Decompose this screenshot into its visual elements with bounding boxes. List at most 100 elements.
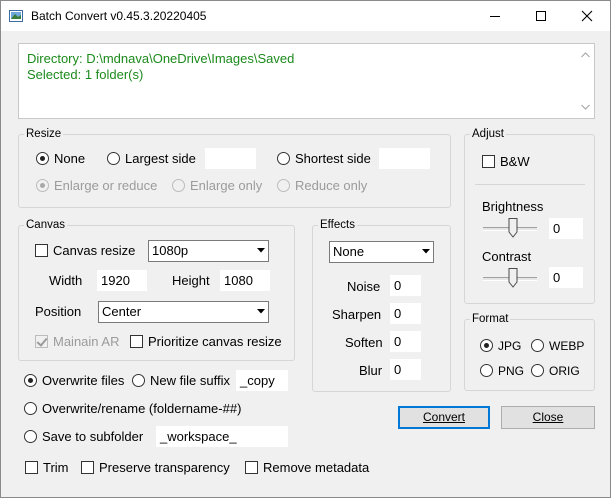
format-group-label: Format xyxy=(470,312,511,326)
resize-none-radio[interactable] xyxy=(36,152,49,165)
adjust-group-label: Adjust xyxy=(470,127,506,141)
preserve-transparency-label: Preserve transparency xyxy=(99,460,230,475)
width-label: Width xyxy=(49,273,83,288)
format-group: Format xyxy=(464,312,595,391)
overwrite-rename-radio[interactable] xyxy=(24,402,37,415)
subfolder-input[interactable]: _workspace_ xyxy=(156,426,288,447)
position-value: Center xyxy=(102,304,142,319)
save-subfolder-radio[interactable] xyxy=(24,430,37,443)
sharpen-input[interactable]: 0 xyxy=(390,303,421,324)
bw-checkbox[interactable] xyxy=(482,155,495,168)
format-png-label: PNG xyxy=(498,364,525,378)
minimize-icon xyxy=(490,16,500,17)
trim-checkbox[interactable] xyxy=(25,461,38,474)
contrast-slider-thumb[interactable] xyxy=(508,268,518,288)
resize-group: Resize xyxy=(18,127,451,208)
chevron-down-icon xyxy=(257,309,265,314)
enlarge-only-radio[interactable] xyxy=(172,179,185,192)
position-label: Position xyxy=(35,304,82,319)
enlarge-only-label: Enlarge only xyxy=(190,178,263,193)
convert-button-label: Convert xyxy=(422,410,466,424)
enlarge-or-reduce-radio[interactable] xyxy=(36,179,49,192)
info-scrollbar[interactable] xyxy=(577,44,594,118)
format-png-radio[interactable] xyxy=(480,364,493,377)
format-jpg-radio[interactable] xyxy=(480,339,493,352)
effects-dropdown[interactable] xyxy=(417,242,433,262)
blur-label: Blur xyxy=(359,363,383,378)
mainain-ar-checkbox[interactable] xyxy=(35,335,48,348)
new-file-suffix-radio[interactable] xyxy=(132,374,145,387)
overwrite-files-label: Overwrite files xyxy=(42,373,125,388)
resize-none-label: None xyxy=(54,151,86,166)
format-webp-radio[interactable] xyxy=(531,339,544,352)
preserve-transparency-checkbox[interactable] xyxy=(81,461,94,474)
close-icon xyxy=(581,10,593,22)
soften-input[interactable]: 0 xyxy=(390,331,421,352)
height-input[interactable]: 1080 xyxy=(220,270,270,291)
remove-metadata-checkbox[interactable] xyxy=(245,461,258,474)
blur-input[interactable]: 0 xyxy=(390,359,421,380)
resize-largest-label: Largest side xyxy=(125,151,196,166)
noise-label: Noise xyxy=(347,279,381,294)
scroll-up-icon xyxy=(581,52,590,58)
resize-shortest-radio[interactable] xyxy=(277,152,290,165)
width-input[interactable]: 1920 xyxy=(97,270,147,291)
brightness-label: Brightness xyxy=(482,199,544,214)
format-jpg-label: JPG xyxy=(498,339,522,353)
format-webp-label: WEBP xyxy=(549,339,585,353)
reduce-only-radio[interactable] xyxy=(277,179,290,192)
effects-group-label: Effects xyxy=(318,218,357,232)
position-select[interactable]: Center xyxy=(98,301,269,323)
close-button-label: Close xyxy=(532,410,564,424)
noise-input[interactable]: 0 xyxy=(390,275,421,296)
new-file-suffix-label: New file suffix xyxy=(150,373,230,388)
resize-largest-radio[interactable] xyxy=(107,152,120,165)
mainain-ar-label: Mainain AR xyxy=(53,334,120,349)
format-orig-label: ORIG xyxy=(549,364,580,378)
height-label: Height xyxy=(172,273,210,288)
chevron-down-icon xyxy=(257,248,265,253)
largest-side-input[interactable] xyxy=(205,148,256,169)
close-window-button[interactable] xyxy=(564,1,610,31)
resize-group-label: Resize xyxy=(24,127,64,141)
effects-select[interactable]: None xyxy=(329,241,434,263)
batch-convert-window: Batch Convert v0.45.3.20220405 Directory… xyxy=(0,0,611,498)
resize-shortest-label: Shortest side xyxy=(295,151,371,166)
window-title: Batch Convert v0.45.3.20220405 xyxy=(31,9,207,23)
position-dropdown[interactable] xyxy=(252,302,268,322)
canvas-resize-label: Canvas resize xyxy=(53,243,136,258)
close-button[interactable]: Close xyxy=(501,406,595,429)
effects-value: None xyxy=(333,244,365,259)
maximize-button[interactable] xyxy=(518,1,564,31)
shortest-side-input[interactable] xyxy=(379,148,430,169)
info-textbox[interactable]: Directory: D:\mdnava\OneDrive\Images\Sav… xyxy=(18,43,595,119)
prioritize-canvas-checkbox[interactable] xyxy=(130,335,143,348)
trim-label: Trim xyxy=(43,460,69,475)
bw-label: B&W xyxy=(500,154,530,169)
convert-button[interactable]: Convert xyxy=(398,406,490,429)
enlarge-or-reduce-label: Enlarge or reduce xyxy=(54,178,158,193)
brightness-slider-thumb[interactable] xyxy=(508,218,518,238)
canvas-preset-select[interactable]: 1080p xyxy=(148,240,269,262)
canvas-preset-dropdown[interactable] xyxy=(252,241,268,261)
soften-label: Soften xyxy=(345,335,383,350)
suffix-input[interactable]: _copy xyxy=(236,370,288,391)
app-icon xyxy=(9,10,23,22)
remove-metadata-label: Remove metadata xyxy=(263,460,370,475)
title-bar: Batch Convert v0.45.3.20220405 xyxy=(1,1,610,31)
reduce-only-label: Reduce only xyxy=(295,178,368,193)
canvas-group-label: Canvas xyxy=(24,218,67,232)
canvas-resize-checkbox[interactable] xyxy=(35,244,48,257)
overwrite-rename-label: Overwrite/rename (foldername-##) xyxy=(42,401,242,416)
overwrite-files-radio[interactable] xyxy=(24,374,37,387)
contrast-label: Contrast xyxy=(482,249,532,264)
brightness-input[interactable]: 0 xyxy=(549,218,583,239)
prioritize-canvas-label: Prioritize canvas resize xyxy=(148,334,282,349)
format-orig-radio[interactable] xyxy=(531,364,544,377)
minimize-button[interactable] xyxy=(472,1,518,31)
scroll-down-icon xyxy=(581,104,590,110)
chevron-down-icon xyxy=(422,249,430,254)
canvas-preset-value: 1080p xyxy=(152,243,189,258)
adjust-separator xyxy=(475,184,585,185)
contrast-input[interactable]: 0 xyxy=(549,267,583,288)
